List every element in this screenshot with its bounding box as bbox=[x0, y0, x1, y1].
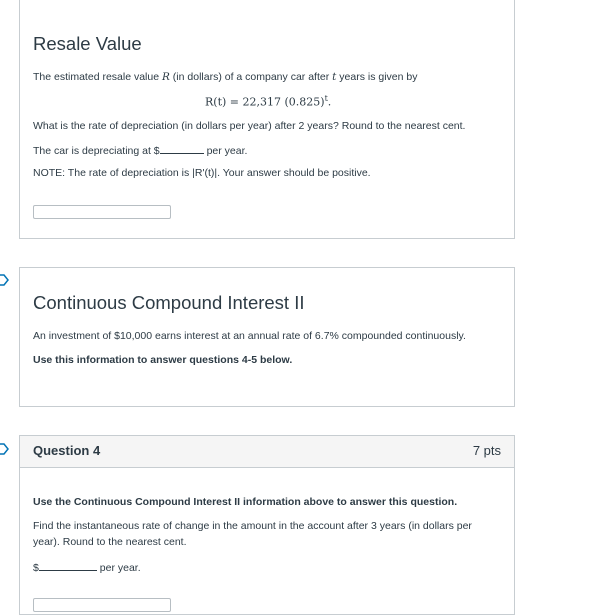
intro-text-a: The estimated resale value bbox=[33, 71, 162, 83]
answer-prefix: The car is depreciating at $ bbox=[33, 145, 160, 157]
equation-lhs: R(t) = bbox=[205, 95, 243, 109]
equation-period: . bbox=[327, 95, 332, 109]
resale-intro: The estimated resale value R (in dollars… bbox=[33, 71, 417, 83]
question-4-text-line2: year). Round to the nearest cent. bbox=[33, 536, 187, 548]
resale-question: What is the rate of depreciation (in dol… bbox=[33, 120, 466, 132]
question-4-answer-line: $ per year. bbox=[33, 560, 141, 574]
answer-suffix: per year. bbox=[96, 562, 141, 574]
bookmark-flag-icon[interactable] bbox=[0, 274, 11, 286]
cci-title: Continuous Compound Interest II bbox=[33, 292, 305, 313]
answer-suffix: per year. bbox=[203, 145, 248, 157]
equation-rhs: 22,317 (0.825) bbox=[242, 95, 325, 109]
resale-value-title: Resale Value bbox=[33, 33, 142, 54]
cci-instruction: Use this information to answer questions… bbox=[33, 354, 293, 366]
intro-var-r: R bbox=[161, 71, 170, 83]
resale-equation: R(t) = 22,317 (0.825)t. bbox=[205, 94, 331, 109]
question-4-header: Question 4 7 pts bbox=[20, 436, 514, 468]
question-4-answer-input[interactable] bbox=[33, 598, 171, 612]
question-4-points: 7 pts bbox=[472, 443, 501, 458]
answer-blank bbox=[38, 560, 97, 571]
bookmark-flag-icon[interactable] bbox=[0, 443, 11, 455]
resale-answer-line: The car is depreciating at $ per year. bbox=[33, 143, 247, 157]
question-4-title: Question 4 bbox=[33, 443, 101, 458]
resale-answer-input[interactable] bbox=[33, 205, 171, 219]
intro-text-c: years is given by bbox=[336, 71, 418, 83]
resale-note: NOTE: The rate of depreciation is |R'(t)… bbox=[33, 167, 371, 179]
question-4-instruction: Use the Continuous Compound Interest II … bbox=[33, 496, 458, 508]
cci-text: An investment of $10,000 earns interest … bbox=[33, 330, 466, 342]
answer-blank bbox=[159, 143, 204, 154]
question-4-text-line1: Find the instantaneous rate of change in… bbox=[33, 520, 472, 532]
intro-text-b: (in dollars) of a company car after bbox=[169, 71, 333, 83]
